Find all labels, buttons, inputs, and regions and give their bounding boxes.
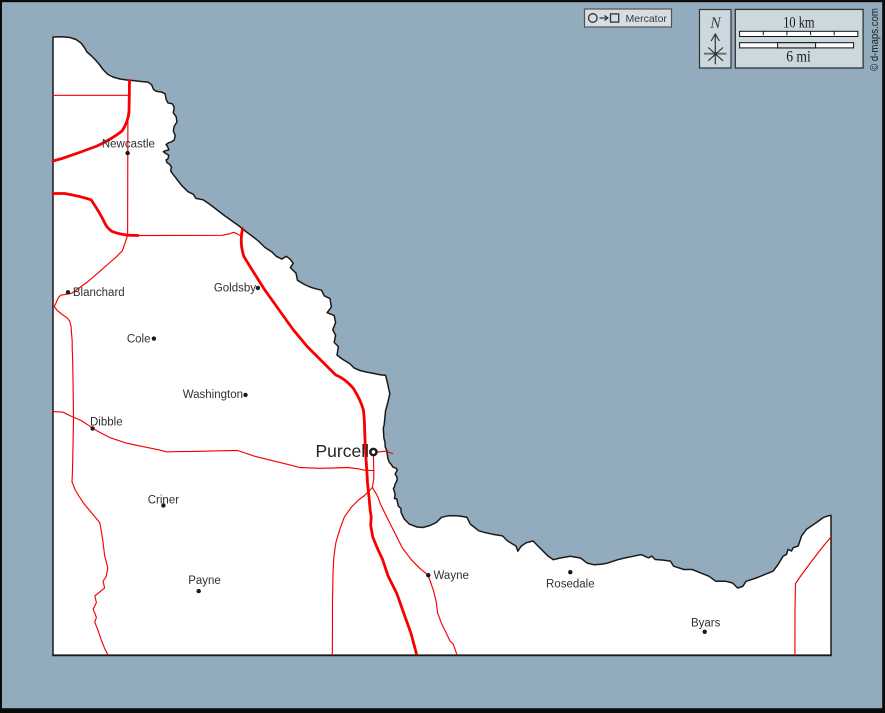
svg-text:Criner: Criner bbox=[148, 494, 179, 506]
svg-text:Cole: Cole bbox=[127, 334, 151, 346]
svg-text:Goldsby: Goldsby bbox=[214, 283, 256, 295]
svg-text:Byars: Byars bbox=[691, 618, 721, 630]
svg-text:Newcastle: Newcastle bbox=[102, 139, 155, 151]
svg-text:Dibble: Dibble bbox=[90, 417, 123, 429]
svg-text:10 km: 10 km bbox=[783, 15, 815, 32]
svg-text:Purcell: Purcell bbox=[316, 441, 370, 461]
svg-text:Mercator: Mercator bbox=[626, 13, 668, 25]
svg-text:Blanchard: Blanchard bbox=[73, 287, 125, 299]
svg-text:Wayne: Wayne bbox=[434, 570, 469, 582]
svg-text:6 mi: 6 mi bbox=[786, 49, 811, 66]
svg-text:Washington: Washington bbox=[183, 389, 243, 401]
svg-text:Rosedale: Rosedale bbox=[546, 579, 595, 591]
svg-text:© d-maps.com: © d-maps.com bbox=[869, 8, 881, 71]
svg-text:N: N bbox=[709, 15, 722, 32]
svg-text:Payne: Payne bbox=[188, 575, 221, 587]
